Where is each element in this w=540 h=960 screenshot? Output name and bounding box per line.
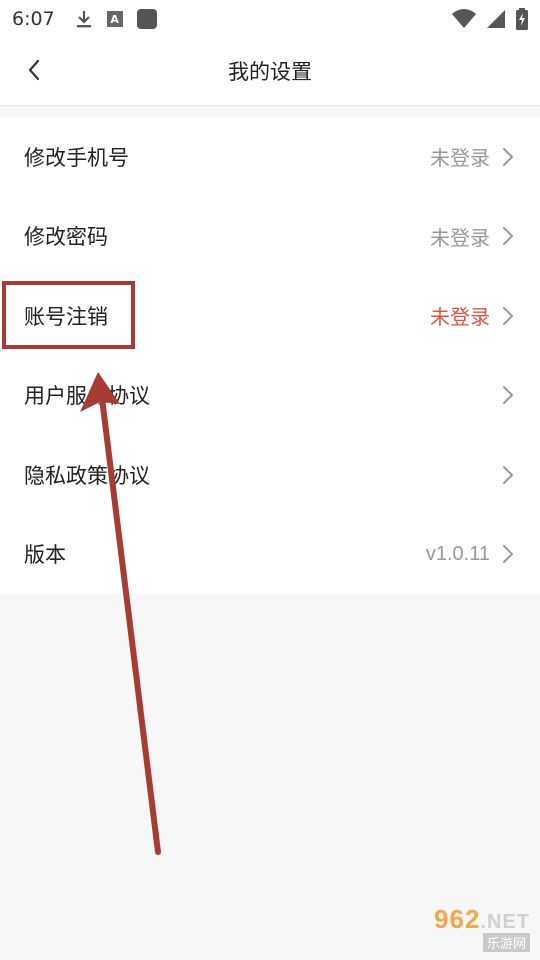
watermark-suffix: .NET — [480, 911, 530, 933]
settings-item-label: 用户服务协议 — [24, 384, 150, 409]
watermark-number: 962 — [434, 904, 481, 934]
status-left-icons: A — [75, 9, 157, 29]
watermark-sub: 乐游网 — [482, 933, 530, 952]
battery-charging-icon — [516, 8, 528, 30]
settings-item-change-password[interactable]: 修改密码 未登录 — [0, 197, 540, 277]
status-time: 6:07 — [12, 8, 55, 30]
settings-item-value: v1.0.11 — [425, 542, 490, 565]
app-square-icon — [136, 9, 157, 29]
wifi-icon — [452, 9, 476, 29]
settings-item-value: 未登录 — [430, 307, 490, 330]
settings-item-label: 版本 — [24, 543, 66, 568]
status-bar: 6:07 A — [0, 0, 540, 38]
download-icon — [75, 9, 93, 29]
settings-item-user-agreement[interactable]: 用户服务协议 — [0, 356, 540, 436]
chevron-right-icon — [500, 225, 516, 247]
settings-list: 修改手机号 未登录 修改密码 未登录 账号注销 未登录 用户服务协议 隐私政策协… — [0, 117, 540, 594]
status-right-icons — [452, 0, 528, 38]
settings-item-value: 未登录 — [430, 227, 490, 250]
settings-item-label: 修改密码 — [24, 225, 108, 250]
signal-icon — [486, 9, 506, 29]
page-title: 我的设置 — [228, 60, 312, 84]
settings-item-version[interactable]: 版本 v1.0.11 — [0, 515, 540, 595]
chevron-right-icon — [500, 146, 516, 168]
a-notification-icon: A — [106, 11, 123, 27]
settings-item-privacy-policy[interactable]: 隐私政策协议 — [0, 435, 540, 515]
header: 我的设置 — [0, 38, 540, 106]
settings-item-label: 修改手机号 — [24, 145, 129, 170]
settings-item-label: 隐私政策协议 — [24, 463, 150, 488]
annotation-highlight-box — [2, 281, 135, 349]
watermark-logo: 962.NET 乐游网 — [402, 904, 530, 954]
chevron-right-icon — [500, 543, 516, 565]
chevron-right-icon — [500, 464, 516, 486]
watermark-main: 962.NET — [434, 904, 530, 935]
chevron-right-icon — [500, 384, 516, 406]
settings-item-value: 未登录 — [430, 148, 490, 171]
settings-item-change-phone[interactable]: 修改手机号 未登录 — [0, 117, 540, 197]
chevron-right-icon — [500, 305, 516, 327]
